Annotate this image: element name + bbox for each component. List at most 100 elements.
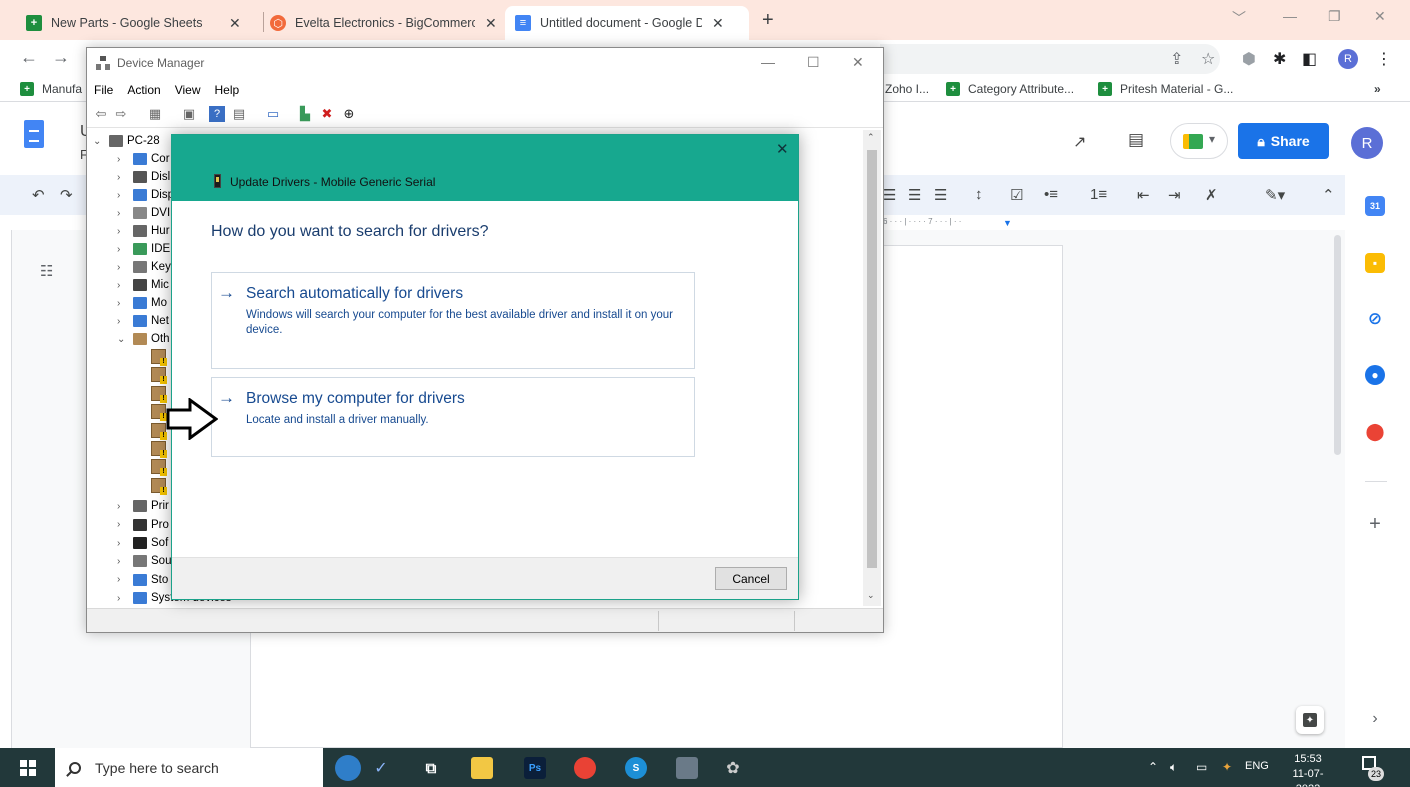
numbered-list-icon[interactable]: 1≡: [1090, 186, 1107, 203]
cancel-button[interactable]: Cancel: [715, 567, 787, 590]
properties-icon[interactable]: ▣: [181, 106, 197, 122]
tree-category[interactable]: › Sto: [117, 571, 168, 589]
line-spacing-icon[interactable]: ↕: [975, 186, 983, 203]
close-window-icon[interactable]: ✕: [852, 54, 864, 71]
hide-menus-chevron-up-icon[interactable]: ⌃: [1322, 186, 1335, 204]
action-pane-icon[interactable]: ▤: [231, 106, 247, 122]
activity-trend-icon[interactable]: ↗: [1073, 132, 1086, 152]
bookmark-category-attribute[interactable]: + Category Attribute...: [946, 82, 1074, 96]
chevron-right-icon[interactable]: ›: [117, 154, 131, 165]
scan-hardware-changes-icon[interactable]: ▭: [265, 106, 281, 122]
tab-untitled-document[interactable]: ≡ Untitled document - Google Docs ✕: [505, 6, 749, 40]
chevron-right-icon[interactable]: ›: [117, 208, 131, 219]
profile-avatar[interactable]: R: [1338, 49, 1358, 69]
extensions-puzzle-icon[interactable]: ✱: [1273, 49, 1286, 69]
show-hide-console-tree-icon[interactable]: ▦: [147, 106, 163, 122]
restore-icon[interactable]: ❐: [1328, 8, 1341, 25]
minimize-icon[interactable]: —: [1283, 8, 1297, 24]
tree-category[interactable]: ⌄ Oth: [117, 330, 170, 348]
tree-category[interactable]: › Mic: [117, 276, 169, 294]
extension-icon[interactable]: ⬢: [1242, 49, 1256, 69]
update-drivers-dialog[interactable]: ✕ Update Drivers - Mobile Generic Serial…: [171, 134, 799, 600]
close-tab-icon[interactable]: ✕: [229, 15, 241, 32]
tree-category[interactable]: › Sou: [117, 552, 171, 570]
chevron-down-icon[interactable]: ⌄: [117, 334, 131, 345]
minimize-icon[interactable]: —: [761, 54, 775, 70]
chevron-right-icon[interactable]: ›: [117, 501, 131, 512]
tree-category[interactable]: › Disl: [117, 168, 170, 186]
contacts-icon[interactable]: ●: [1365, 365, 1385, 385]
maximize-icon[interactable]: ☐: [807, 54, 820, 71]
new-tab-button[interactable]: +: [762, 9, 774, 32]
menu-help[interactable]: Help: [208, 80, 247, 100]
chevron-right-icon[interactable]: ›: [117, 172, 131, 183]
photoshop-icon[interactable]: Ps: [524, 757, 546, 779]
bulleted-list-icon[interactable]: •≡: [1044, 186, 1058, 203]
search-automatically-option[interactable]: → Search automatically for drivers Windo…: [211, 272, 695, 369]
chevron-right-icon[interactable]: ›: [117, 538, 131, 549]
align-full-icon[interactable]: ☰: [934, 186, 947, 204]
menu-kebab-icon[interactable]: ⋮: [1376, 49, 1392, 69]
skype-icon[interactable]: S: [625, 757, 647, 779]
tasks-icon[interactable]: ⊘: [1365, 309, 1385, 329]
tree-root[interactable]: ⌄ PC-28: [93, 132, 160, 150]
forward-icon[interactable]: ⇨: [113, 106, 129, 122]
scrollbar-thumb[interactable]: [867, 150, 877, 568]
document-outline-icon[interactable]: ☷: [40, 262, 53, 280]
tab-new-parts[interactable]: + New Parts - Google Sheets ✕: [16, 6, 251, 40]
keep-icon[interactable]: ▪: [1365, 253, 1385, 273]
tree-category[interactable]: › Net: [117, 312, 169, 330]
menu-action[interactable]: Action: [120, 80, 167, 100]
menu-view[interactable]: View: [168, 80, 208, 100]
back-icon[interactable]: ←: [20, 47, 38, 68]
meet-button[interactable]: ▾: [1170, 123, 1228, 159]
tree-category[interactable]: › Key: [117, 258, 171, 276]
tab-search-icon[interactable]: ﹀: [1232, 8, 1246, 28]
unknown-device-warning-icon[interactable]: [151, 459, 167, 477]
side-panel-icon[interactable]: ◧: [1302, 49, 1317, 69]
editing-mode-pencil-icon[interactable]: ✎▾: [1265, 186, 1285, 204]
uninstall-device-icon[interactable]: ✖: [319, 106, 335, 122]
tab-evelta[interactable]: ⬡ Evelta Electronics - BigCommerce ✕: [260, 6, 507, 40]
decrease-indent-icon[interactable]: ⇤: [1137, 186, 1150, 204]
indent-marker-icon[interactable]: ▼: [1003, 218, 1012, 228]
forward-icon[interactable]: →: [52, 47, 70, 68]
device-manager-taskbar-icon[interactable]: [676, 757, 698, 779]
windows-start-icon[interactable]: [20, 760, 36, 776]
close-dialog-icon[interactable]: ✕: [776, 140, 789, 158]
chevron-right-icon[interactable]: ›: [117, 316, 131, 327]
taskbar-search-box[interactable]: Type here to search: [55, 748, 323, 787]
volume-muted-icon[interactable]: 🔈︎: [1170, 760, 1177, 775]
bookmark-star-icon[interactable]: ☆: [1201, 49, 1215, 69]
get-addons-plus-icon[interactable]: +: [1365, 513, 1385, 535]
help-icon[interactable]: ?: [209, 106, 225, 122]
tree-category[interactable]: › Hur: [117, 222, 170, 240]
chevron-right-icon[interactable]: ›: [117, 298, 131, 309]
docs-scrollbar[interactable]: [1334, 235, 1341, 455]
tree-category[interactable]: › IDE: [117, 240, 170, 258]
tree-category[interactable]: › Mo: [117, 294, 167, 312]
chevron-right-icon[interactable]: ›: [117, 519, 131, 530]
scroll-up-icon[interactable]: ⌃: [867, 132, 875, 143]
address-bar[interactable]: [880, 44, 1220, 74]
explore-button[interactable]: ✦: [1296, 706, 1324, 734]
notification-center-icon[interactable]: 23: [1362, 756, 1384, 781]
file-explorer-icon[interactable]: [471, 757, 493, 779]
unknown-device-warning-icon[interactable]: [151, 404, 167, 422]
chevron-right-icon[interactable]: ›: [117, 574, 131, 585]
chrome-icon[interactable]: [574, 757, 596, 779]
update-driver-icon[interactable]: ▙: [297, 106, 313, 122]
align-justify-icon[interactable]: ☰: [908, 186, 921, 204]
taskbar-clock[interactable]: 15:53 11-07-2022: [1283, 752, 1333, 787]
calendar-icon[interactable]: 31: [1365, 196, 1385, 216]
redo-icon[interactable]: ↷: [60, 186, 73, 204]
chevron-right-icon[interactable]: ›: [117, 190, 131, 201]
bookmark-zoho[interactable]: Zoho I...: [885, 82, 929, 96]
maps-icon[interactable]: ⬤: [1365, 422, 1385, 442]
close-window-icon[interactable]: ✕: [1374, 8, 1386, 25]
tray-app-icon[interactable]: ✦: [1222, 760, 1232, 774]
undo-icon[interactable]: ↶: [32, 186, 45, 204]
bookmarks-overflow[interactable]: »: [1374, 82, 1381, 96]
unknown-device-warning-icon[interactable]: [151, 477, 167, 495]
close-tab-icon[interactable]: ✕: [712, 15, 724, 32]
